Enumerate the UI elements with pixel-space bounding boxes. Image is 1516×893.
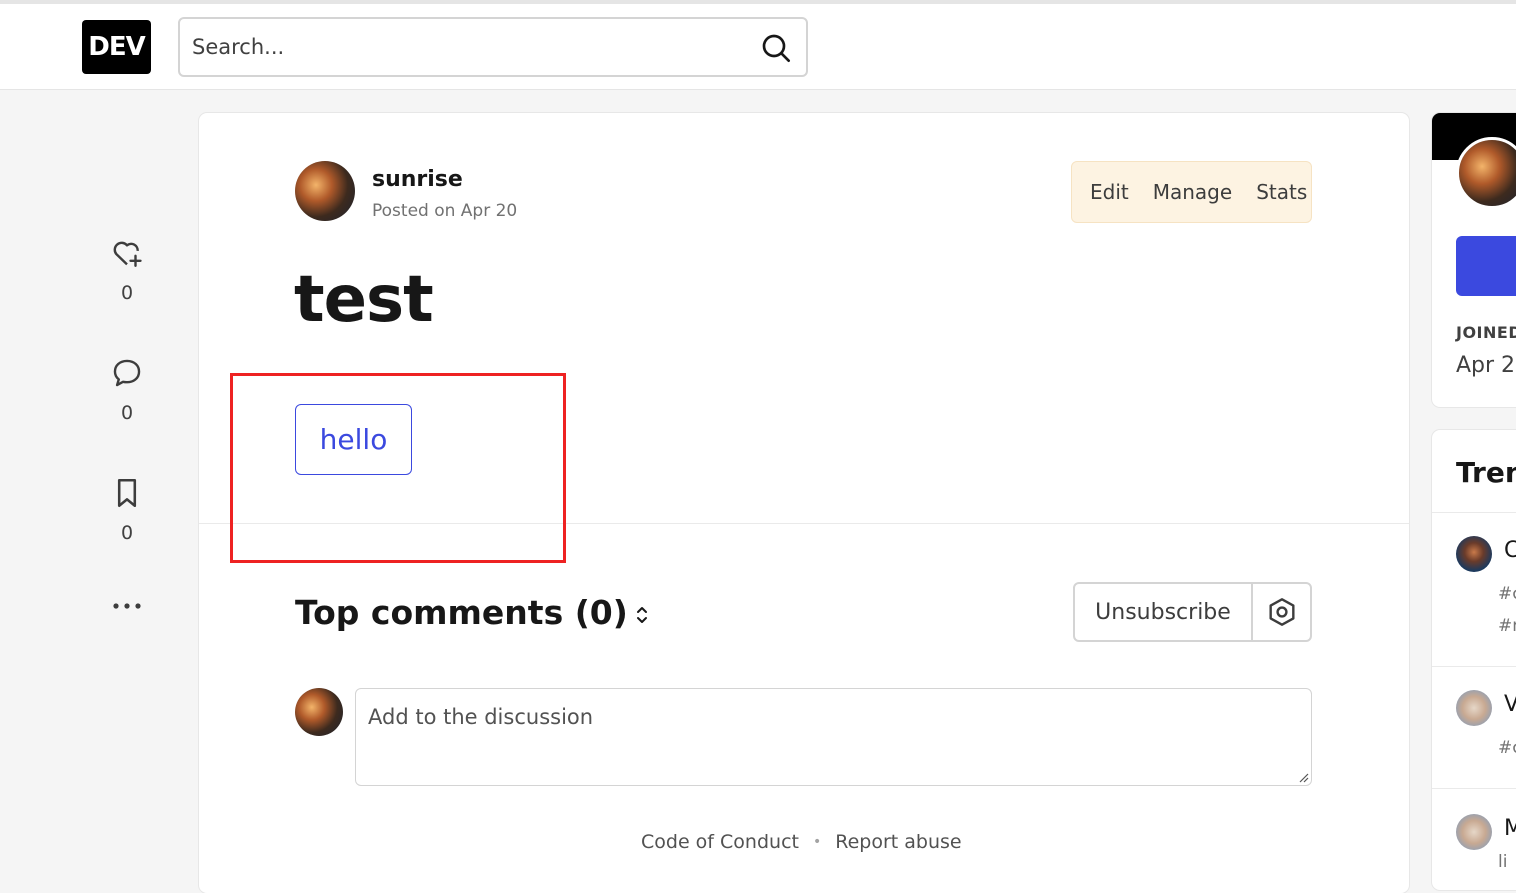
- reactions-count: 0: [120, 282, 134, 304]
- sort-comments-button[interactable]: [631, 603, 653, 627]
- joined-value: Apr 20: [1456, 353, 1516, 378]
- stats-link[interactable]: Stats: [1256, 180, 1307, 204]
- trending-item-tag[interactable]: #c: [1498, 738, 1516, 758]
- trending-item-title: V: [1504, 692, 1516, 717]
- top-bar: DEV: [0, 0, 1516, 90]
- dev-logo[interactable]: DEV: [82, 20, 151, 74]
- trending-item-tag[interactable]: #c: [1498, 584, 1516, 604]
- search-icon: [762, 34, 790, 62]
- trending-item-title: C: [1504, 538, 1516, 563]
- footer-links: Code of Conduct • Report abuse: [641, 831, 962, 853]
- trending-card: Tren C #c #r V #c M li: [1432, 430, 1516, 890]
- comment-icon: [113, 359, 141, 387]
- settings-hex-icon: [1268, 598, 1295, 626]
- trending-item-tag: li: [1498, 852, 1508, 872]
- author-name[interactable]: sunrise: [372, 167, 463, 192]
- divider: [1432, 512, 1516, 513]
- commenter-avatar: [295, 688, 343, 736]
- more-button[interactable]: [96, 600, 158, 612]
- divider: [1432, 788, 1516, 789]
- follow-button[interactable]: [1456, 236, 1516, 296]
- article-card: sunrise Posted on Apr 20 Edit Manage Sta…: [199, 113, 1409, 893]
- avatar: [1456, 536, 1492, 572]
- ellipsis-icon: [113, 603, 141, 609]
- avatar: [1456, 690, 1492, 726]
- search-button[interactable]: [756, 29, 796, 67]
- save-button[interactable]: 0: [96, 476, 158, 544]
- manage-link[interactable]: Manage: [1153, 180, 1232, 204]
- subscription-controls: Unsubscribe: [1073, 582, 1312, 642]
- comments-heading: Top comments (0): [295, 593, 628, 632]
- comments-count: 0: [120, 402, 134, 424]
- author-profile-card: JOINED Apr 20: [1432, 113, 1516, 407]
- highlight-annotation-box: [230, 373, 566, 563]
- comment-input[interactable]: [355, 688, 1312, 786]
- unsubscribe-button[interactable]: Unsubscribe: [1075, 584, 1253, 640]
- resize-grip-icon[interactable]: [1297, 771, 1309, 783]
- avatar: [1456, 814, 1492, 850]
- trending-item-title: M: [1504, 816, 1516, 841]
- author-avatar[interactable]: [295, 161, 355, 221]
- profile-avatar[interactable]: [1456, 137, 1516, 209]
- bookmark-icon: [117, 478, 137, 508]
- search-input[interactable]: [192, 29, 752, 65]
- saves-count: 0: [120, 522, 134, 544]
- edit-link[interactable]: Edit: [1090, 180, 1129, 204]
- report-abuse-link[interactable]: Report abuse: [835, 831, 961, 853]
- code-of-conduct-link[interactable]: Code of Conduct: [641, 831, 799, 853]
- trending-item-tag[interactable]: #r: [1498, 616, 1516, 636]
- posted-date: Posted on Apr 20: [372, 201, 518, 221]
- author-actions: Edit Manage Stats: [1071, 161, 1312, 223]
- article-title: test: [294, 263, 434, 337]
- subscription-settings-button[interactable]: [1253, 584, 1310, 640]
- trending-title: Tren: [1456, 456, 1516, 489]
- heart-plus-icon: [113, 241, 142, 267]
- footer-separator: •: [812, 834, 822, 850]
- search-box: [178, 17, 808, 77]
- chevron-up-down-icon: [637, 607, 647, 623]
- comments-button[interactable]: 0: [96, 356, 158, 424]
- reactions-button[interactable]: 0: [96, 236, 158, 304]
- joined-label: JOINED: [1456, 323, 1516, 342]
- divider: [1432, 666, 1516, 667]
